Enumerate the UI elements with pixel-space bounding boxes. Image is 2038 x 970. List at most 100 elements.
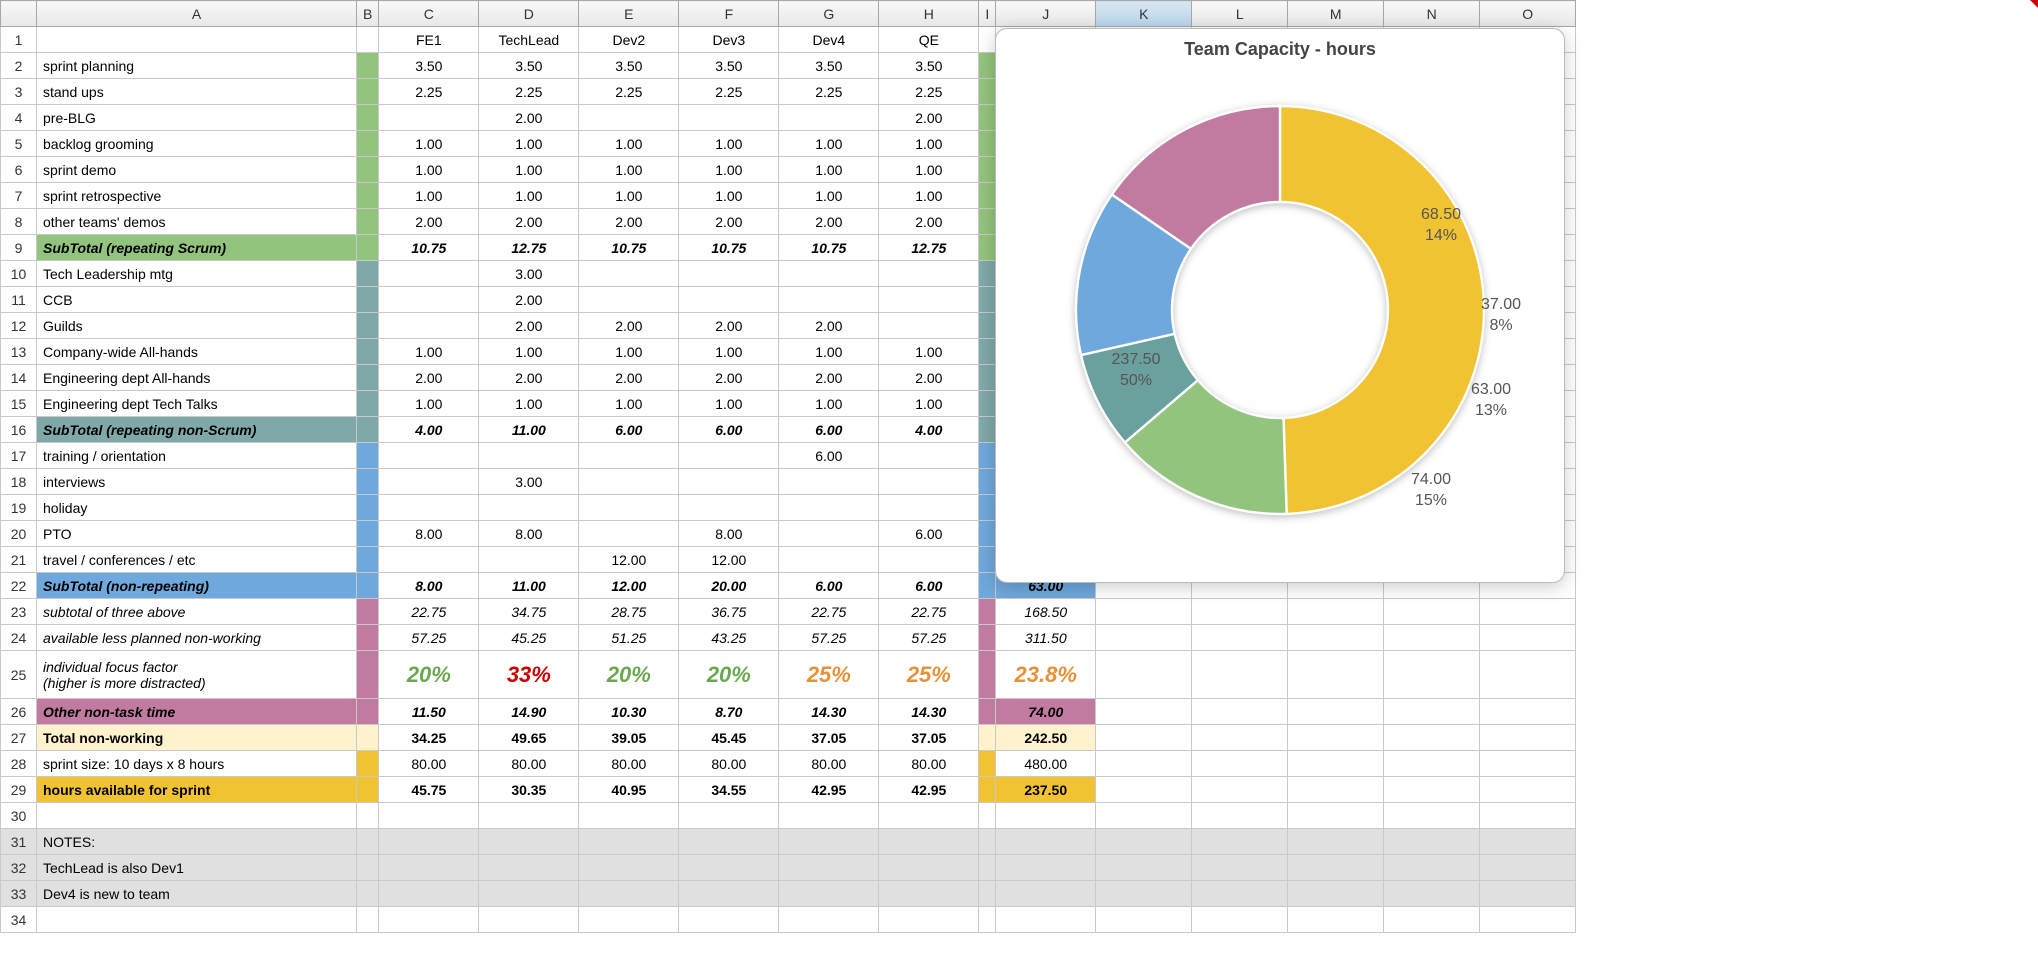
cell[interactable] [1384,777,1480,803]
cell[interactable]: 2.00 [379,209,479,235]
cell[interactable] [1096,855,1192,881]
cell[interactable]: Dev4 [779,27,879,53]
cell[interactable] [979,417,996,443]
cell-label[interactable]: SubTotal (non-repeating) [37,573,357,599]
cell[interactable] [979,105,996,131]
cell[interactable]: 80.00 [579,751,679,777]
cell[interactable]: 11.00 [479,573,579,599]
cell[interactable]: 1.00 [579,391,679,417]
cell[interactable] [357,443,379,469]
cell[interactable] [579,443,679,469]
cell[interactable]: 57.25 [879,625,979,651]
cell-label[interactable]: CCB [37,287,357,313]
cell[interactable]: 10.75 [579,235,679,261]
cell[interactable] [979,443,996,469]
cell[interactable] [1096,829,1192,855]
cell[interactable] [1192,829,1288,855]
cell[interactable]: 6.00 [779,573,879,599]
cell[interactable] [579,469,679,495]
cell[interactable]: 2.00 [579,365,679,391]
cell[interactable]: 1.00 [779,131,879,157]
row-header[interactable]: 17 [1,443,37,469]
col-header[interactable]: J [996,1,1096,27]
col-header[interactable]: M [1288,1,1384,27]
cell[interactable]: 2.25 [679,79,779,105]
cell[interactable] [1480,777,1576,803]
cell[interactable] [1096,651,1192,699]
cell[interactable] [779,521,879,547]
cell[interactable] [357,313,379,339]
cell[interactable] [979,287,996,313]
table-row[interactable]: 31NOTES: [1,829,1576,855]
cell[interactable] [979,751,996,777]
cell[interactable] [357,777,379,803]
cell[interactable]: 1.00 [579,131,679,157]
cell[interactable] [1480,907,1576,933]
table-row[interactable]: 30 [1,803,1576,829]
cell[interactable] [479,907,579,933]
cell[interactable] [479,443,579,469]
cell[interactable]: 12.00 [579,573,679,599]
cell[interactable] [357,573,379,599]
cell[interactable] [779,829,879,855]
cell[interactable]: 1.00 [879,183,979,209]
cell[interactable]: 6.00 [679,417,779,443]
column-header-row[interactable]: A B C D E F G H I J K L M N O [1,1,1576,27]
cell[interactable] [357,651,379,699]
cell[interactable]: 2.00 [879,365,979,391]
cell[interactable]: 33% [479,651,579,699]
cell[interactable] [996,829,1096,855]
cell[interactable] [357,79,379,105]
cell[interactable] [979,469,996,495]
cell[interactable]: 40.95 [579,777,679,803]
col-header[interactable]: C [379,1,479,27]
cell[interactable] [996,881,1096,907]
cell[interactable]: Dev3 [679,27,779,53]
cell[interactable]: 3.50 [879,53,979,79]
cell[interactable]: 2.00 [479,287,579,313]
row-header[interactable]: 2 [1,53,37,79]
cell[interactable] [1480,751,1576,777]
cell[interactable] [357,855,379,881]
cell[interactable]: 12.75 [879,235,979,261]
cell[interactable] [1384,907,1480,933]
cell[interactable]: 11.00 [479,417,579,443]
cell[interactable] [1096,599,1192,625]
cell[interactable] [979,27,996,53]
cell[interactable]: 2.00 [679,313,779,339]
cell[interactable]: 20.00 [679,573,779,599]
row-header[interactable]: 11 [1,287,37,313]
cell[interactable] [357,699,379,725]
cell[interactable] [1480,651,1576,699]
cell[interactable]: 1.00 [879,391,979,417]
col-header[interactable]: B [357,1,379,27]
cell[interactable]: Dev2 [579,27,679,53]
cell[interactable] [1384,725,1480,751]
cell[interactable] [979,777,996,803]
row-header[interactable]: 12 [1,313,37,339]
row-header[interactable]: 7 [1,183,37,209]
cell[interactable]: FE1 [379,27,479,53]
row-header[interactable]: 30 [1,803,37,829]
table-row[interactable]: 32TechLead is also Dev1 [1,855,1576,881]
cell[interactable]: 2.00 [679,209,779,235]
row-header[interactable]: 21 [1,547,37,573]
cell[interactable] [357,907,379,933]
cell[interactable] [1096,625,1192,651]
cell[interactable] [979,495,996,521]
cell[interactable] [879,313,979,339]
cell[interactable] [379,803,479,829]
cell[interactable] [979,829,996,855]
cell[interactable]: 3.50 [779,53,879,79]
cell[interactable]: 57.25 [379,625,479,651]
cell[interactable]: 2.25 [579,79,679,105]
cell-label[interactable]: Company-wide All-hands [37,339,357,365]
cell[interactable] [357,53,379,79]
cell[interactable] [1192,803,1288,829]
cell[interactable] [379,313,479,339]
cell[interactable] [1192,599,1288,625]
cell[interactable] [979,365,996,391]
cell[interactable] [1192,881,1288,907]
cell[interactable]: 1.00 [379,339,479,365]
cell[interactable]: 42.95 [879,777,979,803]
